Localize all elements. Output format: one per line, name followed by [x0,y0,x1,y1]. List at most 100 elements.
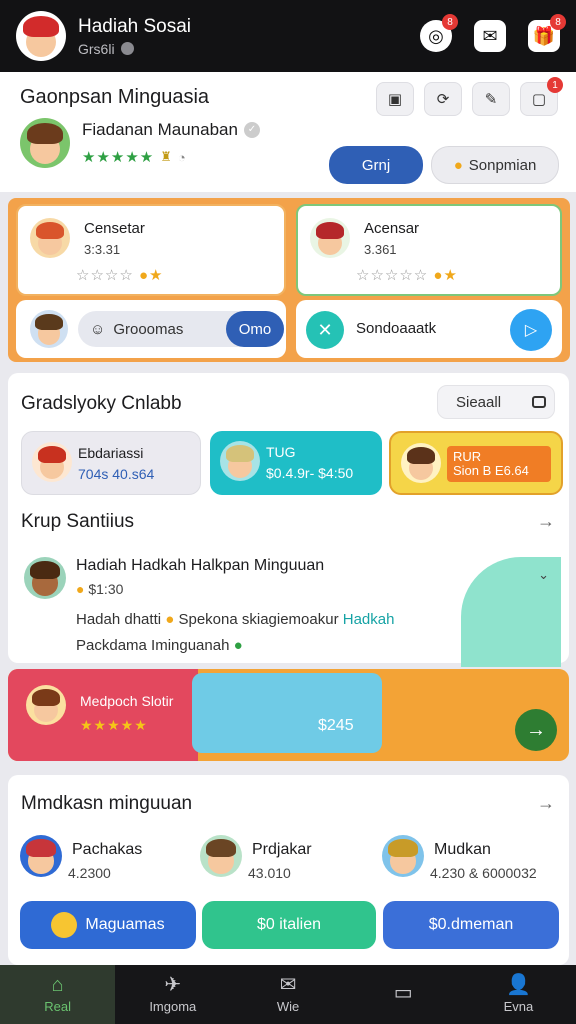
bottom-navigation: ⌂ Real ✈ Imgoma ✉ Wie ▭ 👤 Evna [0,965,576,1024]
mail-icon[interactable]: ✉ [474,20,506,52]
nav-media[interactable]: ▭ [346,965,461,1024]
friend-name: Censetar [84,220,145,237]
verified-icon: ✓ [243,122,260,138]
see-all-button[interactable]: Sieaall [437,385,555,419]
profile-rating: ★★★★★ ♜ ◔ [82,148,260,166]
main-panel: Gradslyoky Cnlabb Sieaall Ebdariassi 704… [8,373,569,667]
shortcut-card[interactable]: ✕ Sondoaaatk ▷ [296,300,562,358]
highlight-avatar [32,442,72,482]
person-name: Mudkan [434,841,491,858]
arrow-right-icon[interactable]: → [515,709,557,751]
notification-badge: 1 [547,77,563,93]
friend-meta: 3.361 [364,242,397,257]
sponsor-button[interactable]: ● Sonpmian [431,146,559,184]
person-icon: 👤 [505,974,531,996]
friend-avatar [30,218,70,258]
calendar-icon[interactable]: ▣ [376,82,414,116]
friend-rating: ☆☆☆☆☆ ●★ [356,267,458,284]
shortcut-label: Sondoaaatk [356,320,437,337]
highlight-title: TUG [266,444,296,460]
promo-price: $245 [318,717,354,734]
gift-icon[interactable]: 🎁 8 [528,14,566,52]
highlight-card[interactable]: RUR Sion B E6.64 [389,431,563,495]
star-rating: ★★★★★ [82,149,155,166]
person-meta: 4.230 & 6000032 [430,865,537,881]
friend-card[interactable]: Censetar 3:3.31 ☆☆☆☆ ●★ [16,204,286,296]
highlight-value: $0.4.9r- $4:50 [266,465,354,481]
friends-panel: Censetar 3:3.31 ☆☆☆☆ ●★ Acensar 3.361 ☆☆… [8,198,570,362]
highlight-tag: RUR Sion B E6.64 [447,446,551,482]
list-item-meta: ● $1:30 [76,581,124,597]
highlight-card[interactable]: Ebdariassi 704s 40.s64 [21,431,201,495]
person-avatar [20,835,62,877]
action-button[interactable]: $0 italien [202,901,376,949]
smile-icon [51,912,78,938]
friend-avatar [310,218,350,258]
action-buttons: Maguamas $0 italien $0.dmeman [20,899,560,949]
friend-card[interactable]: Acensar 3.361 ☆☆☆☆☆ ●★ [296,204,562,296]
window-icon [532,396,546,408]
profile-avatar[interactable] [20,118,70,168]
tools-icon: ✕ [306,311,344,349]
person-item[interactable]: Mudkan 4.230 & 6000032 [370,833,550,893]
nav-messages[interactable]: ✉ Wie [230,965,345,1024]
coin-icon: ● [76,581,85,597]
person-avatar [382,835,424,877]
promo-image [192,673,382,753]
edit-icon[interactable]: ✎ [472,82,510,116]
highlight-avatar [401,443,441,483]
home-icon: ⌂ [51,974,64,996]
groups-pill[interactable]: ☺ Grooomas Omo [78,311,284,347]
bird-icon: ✈ [164,974,182,996]
arrow-right-icon[interactable]: → [537,793,555,814]
profile-name: Fiadanan Maunaban ✓ [82,120,260,140]
arrow-right-icon[interactable]: → [537,511,555,532]
tv-icon: ▭ [393,981,413,1004]
list-title: Krup Santiius [21,511,135,532]
chevron-down-icon[interactable]: ⌄ [538,567,549,583]
app-avatar[interactable] [16,11,66,61]
person-avatar [200,835,242,877]
friend-meta: 3:3.31 [84,242,121,257]
nav-explore[interactable]: ✈ Imgoma [115,965,230,1024]
target-icon[interactable]: ◎ 8 [420,14,458,52]
play-icon[interactable]: ▷ [510,309,552,351]
groups-open-button[interactable]: Omo [226,311,284,347]
person-meta: 4.2300 [68,865,111,881]
notification-badge: 8 [550,14,566,30]
groups-card: ☺ Grooomas Omo [16,300,286,358]
profile-header: Gaonpsan Minguasia ▣ ⟳ ✎ ▢ 1 Fiadanan Mau… [0,72,576,192]
person-item[interactable]: Prdjakar 43.010 [188,833,368,893]
highlight-avatar [220,441,260,481]
highlight-card[interactable]: TUG $0.4.9r- $4:50 [210,431,382,495]
app-titles: Hadiah Sosai Grs6li [78,16,191,57]
trophy-icon: ♜ [160,149,172,164]
refresh-icon[interactable]: ⟳ [424,82,462,116]
groups-avatar [30,310,68,348]
list-item[interactable]: ⌄ Hadiah Hadkah Halkpan Minguuan ● $1:30… [16,545,561,667]
promo-banner[interactable]: Medpoch Slotir ★★★★★ $245 → [8,669,569,761]
highlight-value: 704s 40.s64 [78,466,155,482]
promo-avatar [26,685,66,725]
nav-home[interactable]: ⌂ Real [0,965,116,1024]
person-item[interactable]: Pachakas 4.2300 [8,833,188,893]
action-button[interactable]: $0.dmeman [383,901,559,949]
person-name: Prdjakar [252,841,312,858]
coin-icon: ● [453,156,463,174]
nav-profile[interactable]: 👤 Evna [461,965,576,1024]
main-title: Gradslyoky Cnlabb [21,393,182,414]
settings-mini-icon[interactable] [120,42,134,55]
bottom-panel: Mmdkasn minguuan → Pachakas 4.2300 Prdja… [8,775,569,965]
action-button[interactable]: Maguamas [20,901,196,949]
top-app-bar: Hadiah Sosai Grs6li ◎ 8 ✉ 🎁 8 [0,0,576,72]
group-button[interactable]: Grnj [329,146,423,184]
friend-name: Acensar [364,220,420,237]
notification-badge: 8 [442,14,458,30]
shopping-icon[interactable]: ▢ 1 [520,77,563,116]
friend-rating: ☆☆☆☆ ●★ [76,267,164,284]
person-meta: 43.010 [248,865,291,881]
clock-icon: ◔ [177,149,186,165]
promo-rating: ★★★★★ [80,717,148,733]
list-avatar [24,557,66,599]
app-title: Hadiah Sosai [78,15,192,37]
